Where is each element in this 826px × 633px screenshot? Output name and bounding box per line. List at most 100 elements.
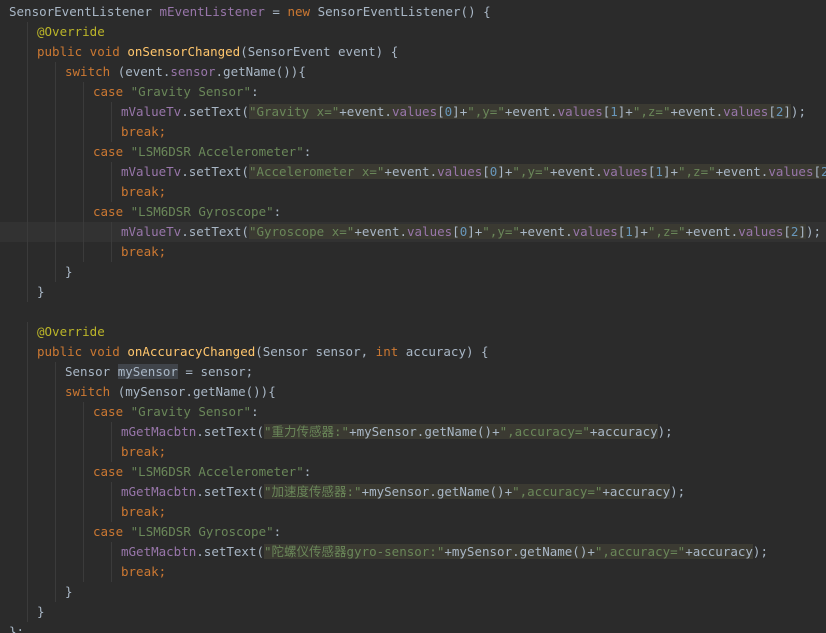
indent-guide	[83, 202, 84, 222]
code-token: "Gravity x="	[248, 104, 340, 119]
code-line[interactable]: case "LSM6DSR Accelerometer":	[0, 142, 826, 162]
code-line[interactable]: public void onAccuracyChanged(Sensor sen…	[0, 342, 826, 362]
code-line[interactable]: case "LSM6DSR Gyroscope":	[0, 202, 826, 222]
indent-guide	[83, 442, 84, 462]
indent-guide	[27, 482, 28, 502]
code-token: .setText(	[196, 424, 264, 439]
code-line[interactable]: @Override	[0, 22, 826, 42]
code-token: new	[287, 4, 318, 19]
indent-guide	[27, 202, 28, 222]
code-token: public void	[37, 344, 128, 359]
code-token: :	[273, 524, 282, 539]
indent-guide	[27, 402, 28, 422]
code-line[interactable]: break;	[0, 502, 826, 522]
code-line[interactable]: case "Gravity Sensor":	[0, 402, 826, 422]
code-token: "LSM6DSR Accelerometer"	[130, 464, 304, 479]
code-line[interactable]: Sensor mySensor = sensor;	[0, 362, 826, 382]
code-line[interactable]: mValueTv.setText("Accelerometer x="+even…	[0, 162, 826, 182]
code-line[interactable]	[0, 302, 826, 322]
indent-guide	[27, 442, 28, 462]
code-token: values	[572, 224, 618, 239]
code-token: (Sensor sensor,	[255, 344, 376, 359]
code-token: .setText(	[196, 544, 264, 559]
code-token: break;	[121, 504, 167, 519]
code-token: );	[805, 224, 822, 239]
code-token: Sensor	[65, 364, 118, 379]
code-line[interactable]: mGetMacbtn.setText("重力传感器:"+mySensor.get…	[0, 422, 826, 442]
code-line[interactable]: mGetMacbtn.setText("陀螺仪传感器gyro-sensor:"+…	[0, 542, 826, 562]
code-line[interactable]: }	[0, 602, 826, 622]
code-line[interactable]: }	[0, 282, 826, 302]
code-token: :	[251, 404, 259, 419]
code-token: int	[375, 344, 406, 359]
code-line[interactable]: public void onSensorChanged(SensorEvent …	[0, 42, 826, 62]
indent-guide	[55, 502, 56, 522]
code-token: ]+	[452, 104, 468, 119]
code-token: SensorEventListener	[9, 4, 160, 19]
code-line[interactable]: }	[0, 582, 826, 602]
code-token: case	[93, 404, 131, 419]
code-line[interactable]: case "LSM6DSR Gyroscope":	[0, 522, 826, 542]
indent-guide	[111, 422, 112, 442]
code-token: +event.	[550, 164, 603, 179]
code-lines[interactable]: SensorEventListener mEventListener = new…	[0, 2, 826, 633]
code-token: break;	[121, 564, 167, 579]
indent-guide	[83, 182, 84, 202]
code-token: case	[93, 204, 131, 219]
code-token: "Gravity Sensor"	[130, 404, 252, 419]
code-token: case	[93, 464, 131, 479]
indent-guide	[111, 482, 112, 502]
code-line[interactable]: @Override	[0, 322, 826, 342]
indent-guide	[83, 122, 84, 142]
code-line[interactable]: break;	[0, 182, 826, 202]
code-token: values	[602, 164, 648, 179]
code-token: ]+	[662, 164, 678, 179]
code-token: (mySensor.getName()){	[117, 384, 276, 399]
code-token: case	[93, 524, 131, 539]
code-token: "Gyroscope x="	[248, 224, 355, 239]
code-token: ]+	[632, 224, 648, 239]
code-token: .getName()){	[215, 64, 306, 79]
indent-guide	[111, 442, 112, 462]
code-line[interactable]: switch (event.sensor.getName()){	[0, 62, 826, 82]
code-token: +mySensor.getName()+	[361, 484, 513, 499]
code-line[interactable]: }	[0, 262, 826, 282]
indent-guide	[27, 162, 28, 182]
code-line[interactable]: case "Gravity Sensor":	[0, 82, 826, 102]
code-editor[interactable]: SensorEventListener mEventListener = new…	[0, 0, 826, 633]
code-token: switch	[65, 384, 118, 399]
code-token: switch	[65, 64, 118, 79]
code-line[interactable]: break;	[0, 562, 826, 582]
indent-guide	[55, 442, 56, 462]
indent-guide	[27, 362, 28, 382]
code-line[interactable]: };	[0, 622, 826, 633]
indent-guide	[55, 62, 56, 82]
indent-guide	[55, 362, 56, 382]
indent-guide	[83, 502, 84, 522]
code-token: values	[437, 164, 483, 179]
code-token: );	[670, 484, 686, 499]
code-line[interactable]: break;	[0, 242, 826, 262]
indent-guide	[55, 182, 56, 202]
indent-guide	[55, 242, 56, 262]
code-line[interactable]: switch (mySensor.getName()){	[0, 382, 826, 402]
code-token: );	[752, 544, 768, 559]
indent-guide	[27, 62, 28, 82]
code-line[interactable]: mGetMacbtn.setText("加速度传感器:"+mySensor.ge…	[0, 482, 826, 502]
code-line[interactable]: SensorEventListener mEventListener = new…	[0, 2, 826, 22]
code-line[interactable]: mValueTv.setText("Gyroscope x="+event.va…	[0, 222, 826, 242]
indent-guide	[55, 162, 56, 182]
code-token: (SensorEvent event) {	[240, 44, 399, 59]
code-token: onAccuracyChanged	[127, 344, 256, 359]
code-token: case	[93, 144, 131, 159]
code-line[interactable]: case "LSM6DSR Accelerometer":	[0, 462, 826, 482]
indent-guide	[83, 542, 84, 562]
code-line[interactable]: break;	[0, 442, 826, 462]
code-token: SensorEventListener() {	[317, 4, 491, 19]
code-token: 2	[821, 164, 826, 179]
code-token: ",y="	[482, 224, 520, 239]
code-line[interactable]: break;	[0, 122, 826, 142]
code-token: values	[557, 104, 603, 119]
indent-guide	[55, 482, 56, 502]
code-line[interactable]: mValueTv.setText("Gravity x="+event.valu…	[0, 102, 826, 122]
